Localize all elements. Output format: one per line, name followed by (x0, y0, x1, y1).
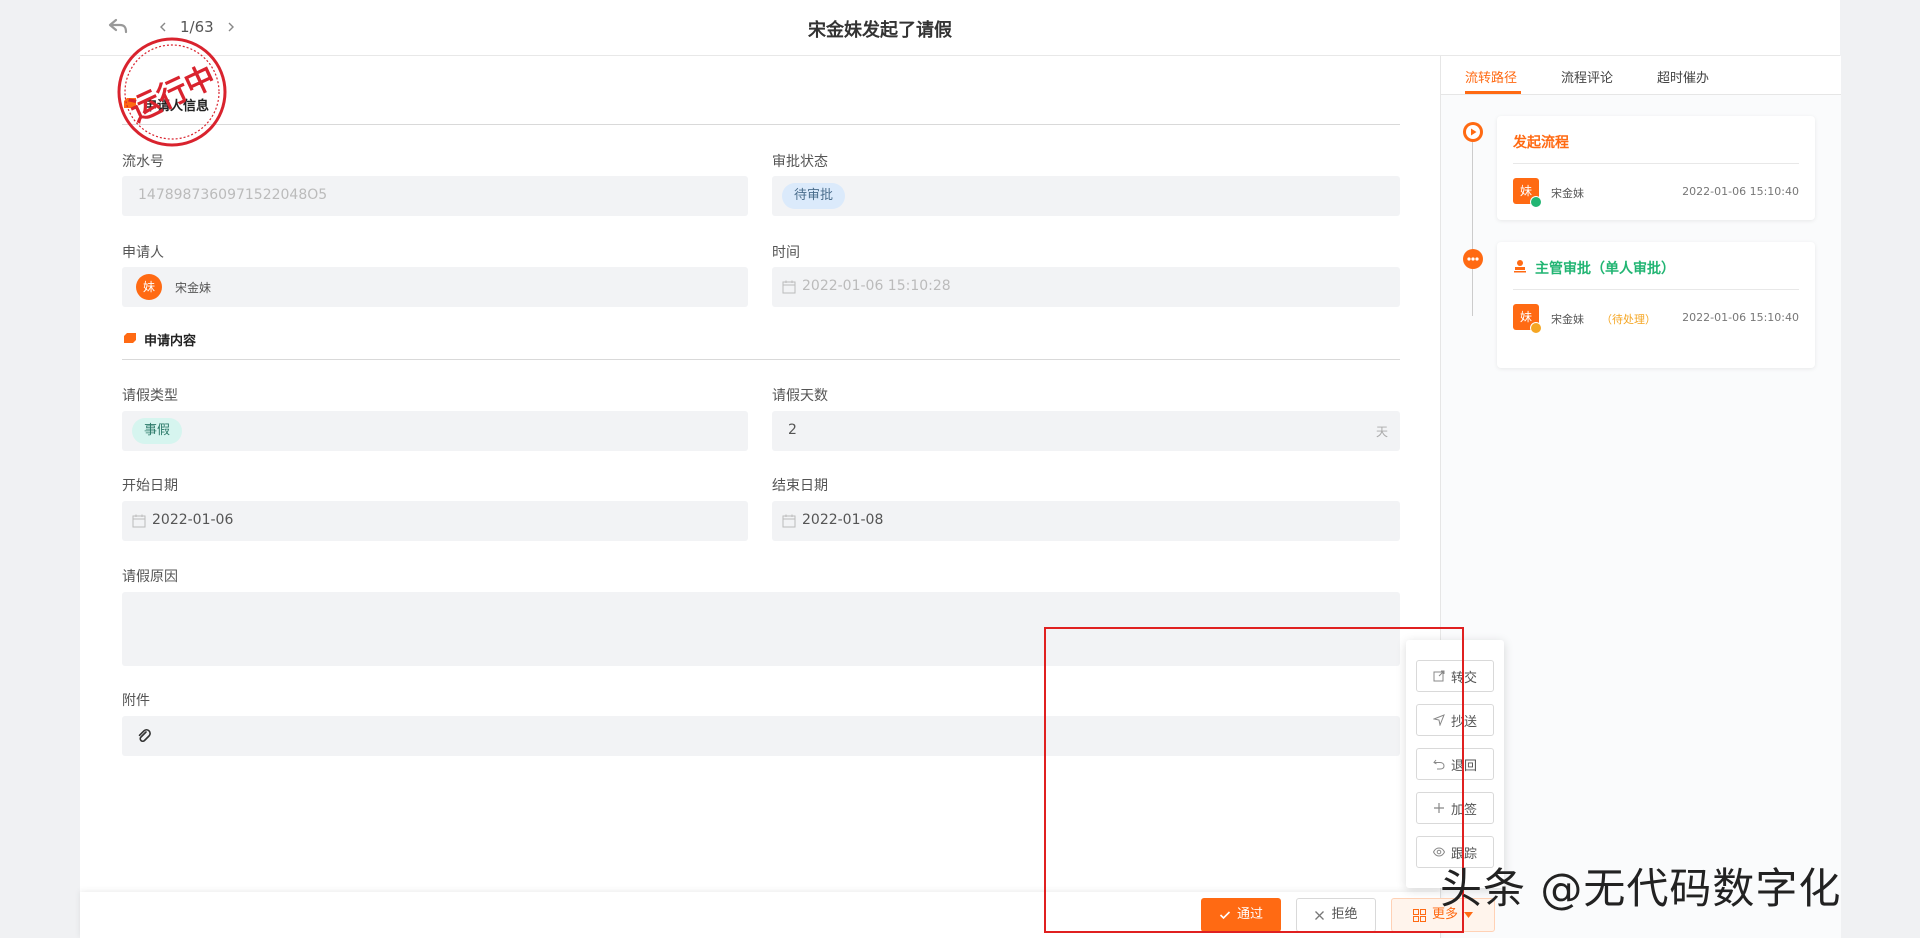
step-title: 主管审批（单人审批） (1535, 261, 1675, 277)
status-label: 审批状态 (772, 154, 828, 170)
tab-flow-comments[interactable]: 流程评论 (1561, 67, 1613, 86)
leave-days-label: 请假天数 (772, 388, 828, 404)
section-title: 申请内容 (144, 334, 197, 349)
approval-page: 1/63 宋金妹发起了请假 申请人信息 流水号 1478987360971522… (80, 0, 1841, 938)
page-title: 宋金妹发起了请假 (808, 20, 952, 41)
step-card-start: 发起流程 妹 宋金妹 2022-01-06 15:10:40 (1497, 116, 1815, 220)
calendar-icon (132, 514, 146, 528)
start-date-label: 开始日期 (122, 478, 178, 494)
highlight-box (1044, 627, 1464, 933)
section-applicant-info: 申请人信息 (122, 84, 1400, 125)
end-date-value: 2022-01-08 (802, 512, 884, 528)
serial-field: 1478987360971522048O5 (122, 176, 748, 216)
step-title: 发起流程 (1513, 135, 1569, 151)
start-date-value: 2022-01-06 (152, 512, 234, 528)
applicant-name: 宋金妹 (175, 281, 212, 295)
end-date-field[interactable]: 2022-01-08 (772, 501, 1400, 541)
step-card-approval: 主管审批（单人审批） 妹 宋金妹 （待处理） 2022-01-06 15:10:… (1497, 242, 1815, 368)
watermark-text: 头条 @无代码数字化 (1440, 864, 1842, 913)
applicant-field: 妹 宋金妹 (122, 267, 748, 307)
avatar: 妹 (136, 274, 162, 300)
reason-label: 请假原因 (122, 569, 178, 585)
status-badge: 待审批 (782, 183, 846, 209)
step-time: 2022-01-06 15:10:40 (1682, 185, 1799, 198)
leave-type-label: 请假类型 (122, 388, 178, 404)
tab-underline (1465, 91, 1521, 94)
section-request-content: 申请内容 (122, 319, 1400, 360)
step-row: 妹 宋金妹 2022-01-06 15:10:40 (1513, 178, 1799, 208)
step-row: 妹 宋金妹 （待处理） 2022-01-06 15:10:40 (1513, 304, 1799, 334)
check-badge-icon (1530, 196, 1542, 208)
time-value: 2022-01-06 15:10:28 (802, 278, 951, 294)
tab-flow-path[interactable]: 流转路径 (1465, 67, 1517, 86)
divider (1513, 163, 1799, 164)
step-user: 宋金妹 (1551, 187, 1584, 200)
applicant-label: 申请人 (122, 245, 164, 261)
timeline-line (1472, 141, 1473, 316)
time-field: 2022-01-06 15:10:28 (772, 267, 1400, 307)
serial-label: 流水号 (122, 154, 164, 170)
leave-days-unit: 天 (1375, 425, 1388, 439)
end-date-label: 结束日期 (772, 478, 828, 494)
step-status: （待处理） (1601, 313, 1656, 326)
tab-overtime-reminder[interactable]: 超时催办 (1657, 67, 1709, 86)
tag-icon (124, 333, 136, 343)
play-icon (1463, 122, 1483, 142)
step-user: 宋金妹 (1551, 313, 1584, 326)
leave-days-field[interactable]: 2 天 (772, 411, 1400, 451)
divider (1513, 289, 1799, 290)
top-bar: 1/63 宋金妹发起了请假 (80, 0, 1840, 56)
calendar-icon (782, 514, 796, 528)
stamp-text: 运行中 (125, 59, 221, 129)
leave-type-field[interactable]: 事假 (122, 411, 748, 451)
stamp-icon (1514, 260, 1526, 273)
attachment-label: 附件 (122, 693, 150, 709)
time-label: 时间 (772, 245, 800, 261)
status-field: 待审批 (772, 176, 1400, 216)
leave-days-value: 2 (788, 422, 797, 438)
start-date-field[interactable]: 2022-01-06 (122, 501, 748, 541)
serial-value: 1478987360971522048O5 (138, 187, 328, 203)
step-time: 2022-01-06 15:10:40 (1682, 311, 1799, 324)
more-dots-icon (1463, 249, 1483, 269)
leave-type-tag: 事假 (132, 418, 183, 444)
pending-badge-icon (1530, 322, 1542, 334)
stamp-seal: 运行中 (117, 37, 227, 147)
calendar-icon (782, 280, 796, 294)
paperclip-icon[interactable] (136, 728, 152, 744)
side-tabs: 流转路径 流程评论 超时催办 (1441, 56, 1841, 95)
